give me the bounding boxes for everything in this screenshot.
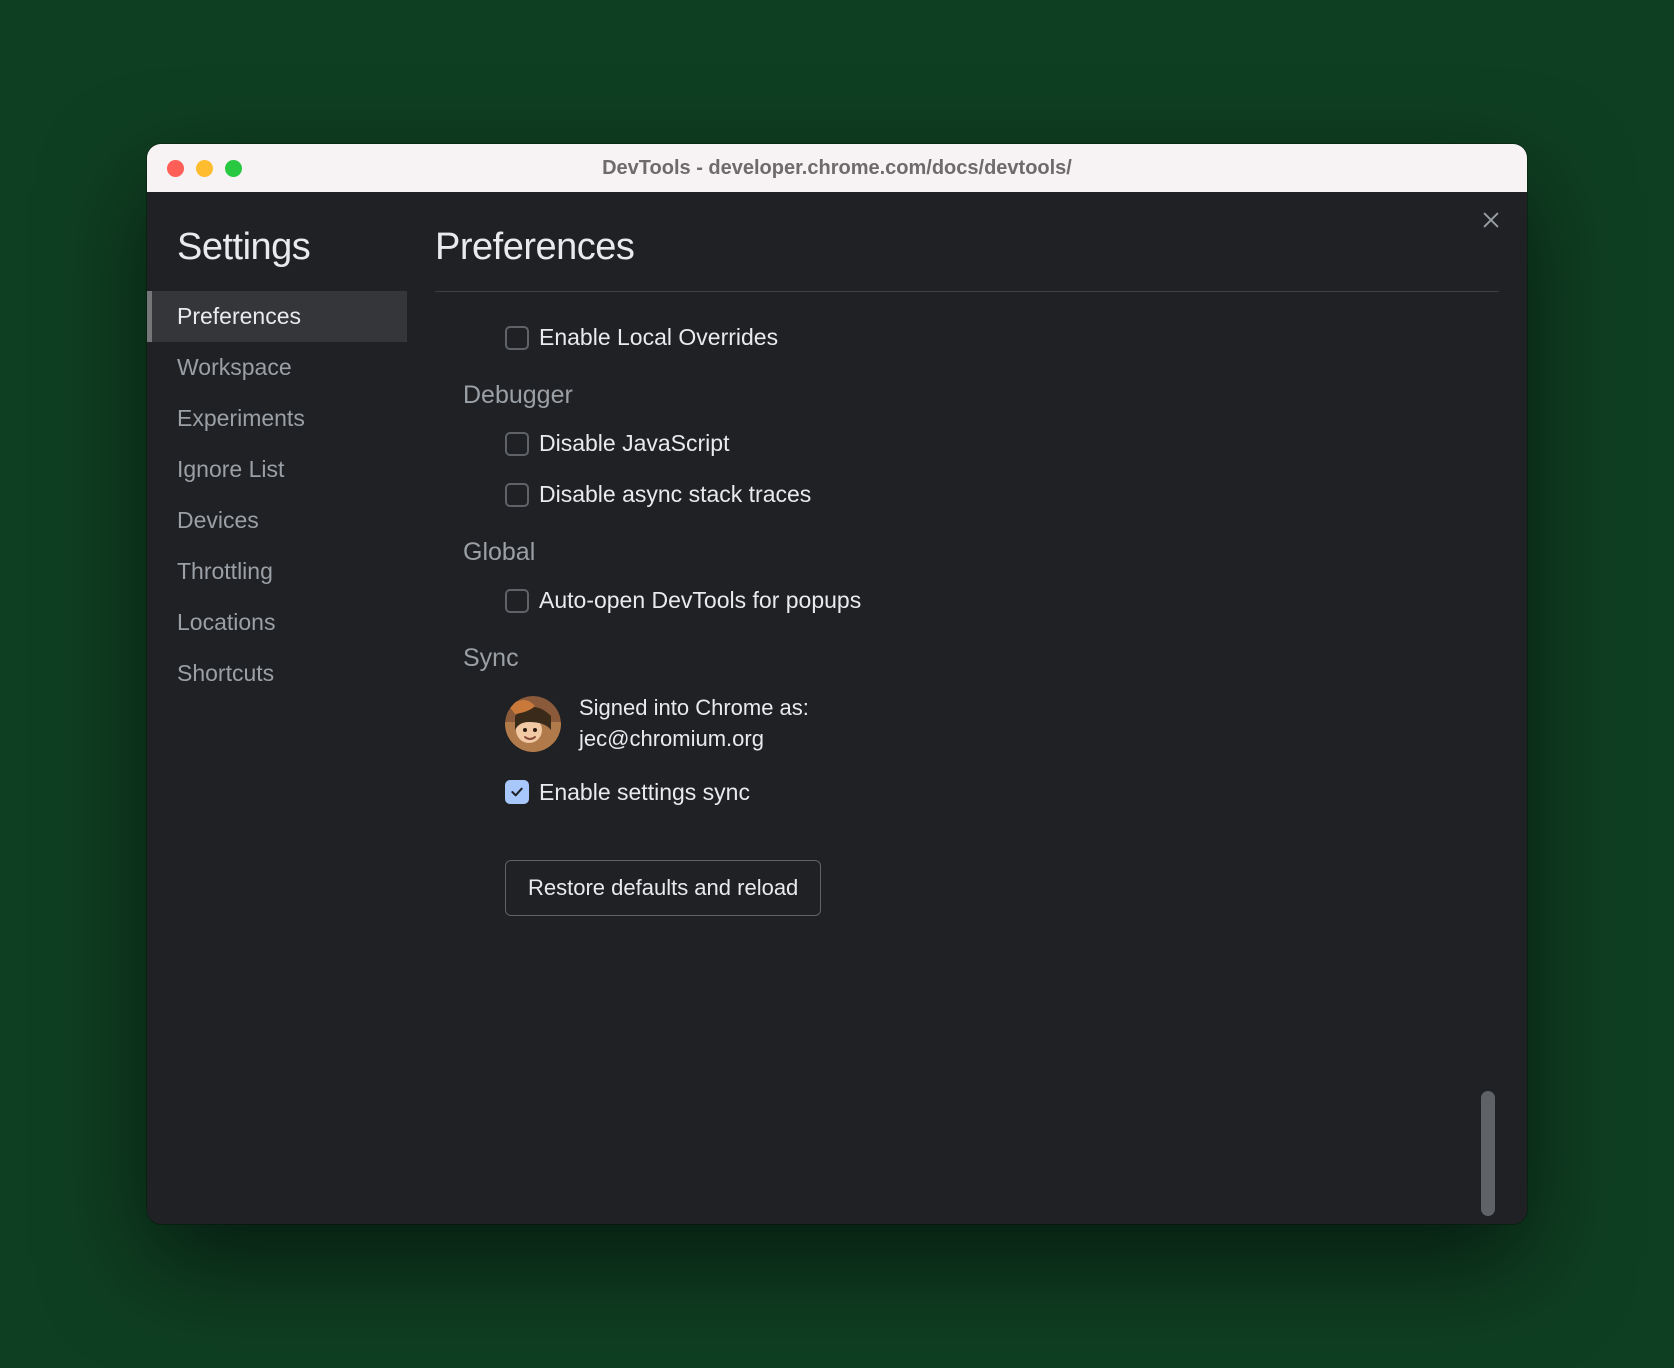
option-disable-async-stack-traces[interactable]: Disable async stack traces bbox=[505, 481, 1459, 508]
close-icon[interactable] bbox=[1477, 206, 1505, 234]
window-minimize-button[interactable] bbox=[196, 160, 213, 177]
settings-main: Preferences Enable Local Overrides Debug… bbox=[407, 192, 1527, 1224]
section-title-debugger: Debugger bbox=[463, 381, 1459, 410]
restore-defaults-button[interactable]: Restore defaults and reload bbox=[505, 860, 821, 916]
sidebar-item-label: Preferences bbox=[177, 303, 301, 329]
preferences-content: Enable Local Overrides Debugger Disable … bbox=[435, 324, 1499, 916]
sidebar-item-ignore-list[interactable]: Ignore List bbox=[147, 444, 407, 495]
settings-sidebar: Settings Preferences Workspace Experimen… bbox=[147, 192, 407, 1224]
scrollbar-thumb[interactable] bbox=[1481, 1091, 1495, 1216]
option-label: Disable JavaScript bbox=[539, 430, 729, 457]
sidebar-item-experiments[interactable]: Experiments bbox=[147, 393, 407, 444]
page-title: Preferences bbox=[435, 226, 1499, 291]
sidebar-item-label: Throttling bbox=[177, 558, 273, 584]
window-title: DevTools - developer.chrome.com/docs/dev… bbox=[147, 157, 1527, 180]
option-label: Enable settings sync bbox=[539, 779, 750, 806]
traffic-lights bbox=[147, 160, 242, 177]
sidebar-item-label: Devices bbox=[177, 507, 259, 533]
checkbox-icon[interactable] bbox=[505, 483, 529, 507]
option-auto-open-devtools-popups[interactable]: Auto-open DevTools for popups bbox=[505, 587, 1459, 614]
sidebar-item-preferences[interactable]: Preferences bbox=[147, 291, 407, 342]
sidebar-item-label: Experiments bbox=[177, 405, 305, 431]
sidebar-item-label: Shortcuts bbox=[177, 660, 274, 686]
option-label: Disable async stack traces bbox=[539, 481, 811, 508]
sidebar-item-devices[interactable]: Devices bbox=[147, 495, 407, 546]
sidebar-item-label: Locations bbox=[177, 609, 275, 635]
checkbox-icon[interactable] bbox=[505, 780, 529, 804]
option-enable-local-overrides[interactable]: Enable Local Overrides bbox=[505, 324, 1459, 351]
section-title-sync: Sync bbox=[463, 644, 1459, 673]
sync-email: jec@chromium.org bbox=[579, 724, 809, 755]
sidebar-title: Settings bbox=[147, 226, 407, 291]
sidebar-item-label: Workspace bbox=[177, 354, 292, 380]
window-close-button[interactable] bbox=[167, 160, 184, 177]
sidebar-item-shortcuts[interactable]: Shortcuts bbox=[147, 648, 407, 699]
checkbox-icon[interactable] bbox=[505, 589, 529, 613]
section-title-global: Global bbox=[463, 538, 1459, 567]
checkbox-icon[interactable] bbox=[505, 432, 529, 456]
titlebar: DevTools - developer.chrome.com/docs/dev… bbox=[147, 144, 1527, 192]
sync-account-row: Signed into Chrome as: jec@chromium.org bbox=[505, 693, 1459, 755]
settings-body: Settings Preferences Workspace Experimen… bbox=[147, 192, 1527, 1224]
sidebar-item-locations[interactable]: Locations bbox=[147, 597, 407, 648]
scrollbar-track[interactable] bbox=[1481, 300, 1495, 1216]
option-enable-settings-sync[interactable]: Enable settings sync bbox=[505, 779, 1459, 806]
avatar bbox=[505, 696, 561, 752]
sidebar-item-throttling[interactable]: Throttling bbox=[147, 546, 407, 597]
checkbox-icon[interactable] bbox=[505, 326, 529, 350]
preferences-scroll-area: Enable Local Overrides Debugger Disable … bbox=[435, 291, 1499, 1224]
option-label: Enable Local Overrides bbox=[539, 324, 778, 351]
option-label: Auto-open DevTools for popups bbox=[539, 587, 861, 614]
window-zoom-button[interactable] bbox=[225, 160, 242, 177]
sidebar-item-workspace[interactable]: Workspace bbox=[147, 342, 407, 393]
option-disable-javascript[interactable]: Disable JavaScript bbox=[505, 430, 1459, 457]
sync-account-text: Signed into Chrome as: jec@chromium.org bbox=[579, 693, 809, 755]
devtools-settings-window: DevTools - developer.chrome.com/docs/dev… bbox=[147, 144, 1527, 1224]
sidebar-item-label: Ignore List bbox=[177, 456, 284, 482]
sync-signed-in-label: Signed into Chrome as: bbox=[579, 693, 809, 724]
